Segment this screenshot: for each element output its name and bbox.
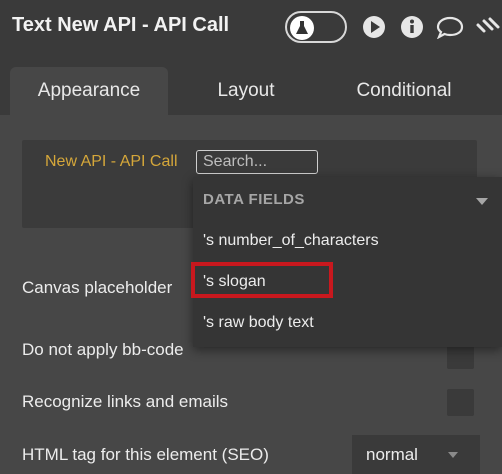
preview-toggle[interactable] [285, 11, 347, 43]
info-icon[interactable] [400, 15, 424, 39]
html-tag-label: HTML tag for this element (SEO) [22, 445, 269, 464]
tab-appearance[interactable]: Appearance [10, 67, 168, 115]
element-title: Text New API - API Call [12, 14, 230, 36]
tab-bar: Appearance Layout Conditional [0, 55, 502, 115]
chevron-down-icon[interactable] [476, 198, 488, 205]
data-fields-header: DATA FIELDS [203, 191, 305, 208]
dynamic-expression-label[interactable]: New API - API Call [45, 153, 178, 171]
toggle-knob [290, 16, 314, 40]
html-tag-select[interactable]: normal [352, 435, 480, 474]
recognize-links-checkbox[interactable] [447, 389, 474, 416]
dropdown-item-raw-body-text[interactable]: 's raw body text [203, 314, 314, 332]
comment-icon[interactable] [436, 15, 464, 39]
play-icon[interactable] [362, 15, 386, 39]
no-bbcode-label: Do not apply bb-code [22, 340, 184, 359]
tab-layout[interactable]: Layout [186, 67, 306, 115]
chevron-down-icon [448, 452, 458, 458]
recognize-links-label: Recognize links and emails [22, 392, 228, 411]
link-icon[interactable] [474, 15, 502, 39]
html-tag-value: normal [366, 445, 418, 464]
dropdown-item-number-of-characters[interactable]: 's number_of_characters [203, 232, 379, 250]
highlight-box [191, 262, 333, 298]
flask-icon [296, 21, 308, 34]
title-bar: Text New API - API Call [0, 0, 502, 55]
search-input[interactable] [196, 150, 318, 174]
canvas-placeholder-label: Canvas placeholder [22, 278, 173, 297]
tab-conditional[interactable]: Conditional [330, 67, 478, 115]
